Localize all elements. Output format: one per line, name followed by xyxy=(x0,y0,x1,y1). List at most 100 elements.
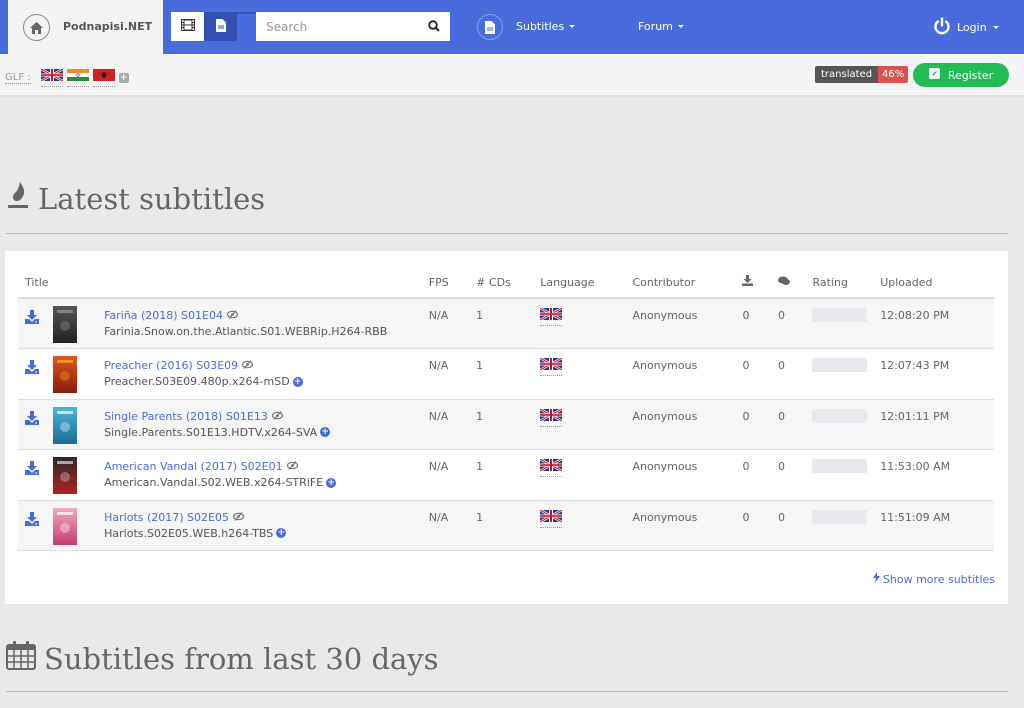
divider xyxy=(6,233,1008,234)
poster-thumbnail[interactable] xyxy=(52,457,77,494)
eye-slash-icon xyxy=(226,309,239,322)
more-releases-icon[interactable]: + xyxy=(326,477,337,488)
comments-count: 0 xyxy=(777,409,785,423)
poster-cell xyxy=(52,500,105,551)
login-menu[interactable]: Login xyxy=(933,17,999,38)
translated-badge[interactable]: translated 46% xyxy=(815,66,909,83)
fps-value: N/A xyxy=(428,359,449,372)
col-fps[interactable]: FPS xyxy=(428,267,477,299)
forum-menu-label: Forum xyxy=(638,20,673,33)
subtitle-title-link[interactable]: Preacher (2016) S03E09 xyxy=(104,359,238,372)
rating-cell xyxy=(812,500,881,551)
download-icon xyxy=(742,275,754,289)
download-cell xyxy=(18,298,53,349)
login-label: Login xyxy=(957,21,987,34)
glf-languages: GLF : + xyxy=(5,67,129,87)
poster-thumbnail[interactable] xyxy=(52,306,77,343)
language-flag[interactable] xyxy=(539,407,563,427)
title-cell: American Vandal (2017) S02E01 American.V… xyxy=(104,449,429,501)
brand[interactable]: Podnapisi.NET xyxy=(8,0,163,54)
language-flag[interactable] xyxy=(539,356,563,376)
language-cell xyxy=(539,298,633,349)
show-more-link[interactable]: Show more subtitles xyxy=(872,572,995,586)
contributor-cell: Anonymous xyxy=(632,449,743,501)
subtitle-title-link[interactable]: Harlots (2017) S02E05 xyxy=(104,511,229,524)
poster-cell xyxy=(52,348,105,400)
download-cell xyxy=(18,348,53,400)
poster-cell xyxy=(52,298,105,349)
cds-cell: 1 xyxy=(476,348,541,400)
contributor-value[interactable]: Anonymous xyxy=(632,299,742,322)
subtitle-title-link[interactable]: American Vandal (2017) S02E01 xyxy=(104,460,283,473)
language-flag[interactable] xyxy=(539,306,563,326)
uploaded-cell: 11:51:09 AM xyxy=(880,500,994,551)
language-cell xyxy=(539,449,633,501)
download-icon xyxy=(25,310,39,324)
subtitle-title-link[interactable]: Fariña (2018) S01E04 xyxy=(104,309,223,322)
poster-thumbnail[interactable] xyxy=(52,406,77,444)
glf-flag-hindi[interactable] xyxy=(66,69,89,87)
glf-flag-english[interactable] xyxy=(40,67,64,87)
col-downloads[interactable] xyxy=(742,267,778,299)
more-releases-icon[interactable]: + xyxy=(276,528,287,538)
register-button[interactable]: Register xyxy=(913,63,1009,87)
subtitle-title-link[interactable]: Single Parents (2018) S01E13 xyxy=(104,410,268,423)
poster-thumbnail[interactable] xyxy=(52,507,77,545)
col-contributor[interactable]: Contributor xyxy=(632,267,743,299)
download-subtitle-button[interactable] xyxy=(24,501,53,530)
comments-cell: 0 xyxy=(777,399,813,450)
contributor-value[interactable]: Anonymous xyxy=(632,501,742,524)
poster-thumbnail[interactable] xyxy=(52,356,77,393)
subtitles-menu[interactable]: Subtitles xyxy=(516,20,576,33)
col-rating[interactable]: Rating xyxy=(812,267,881,299)
contributor-value[interactable]: Anonymous xyxy=(632,400,742,423)
subtitle-type-button[interactable] xyxy=(204,12,237,41)
col-comments[interactable] xyxy=(777,267,813,299)
download-subtitle-button[interactable] xyxy=(24,349,53,378)
fps-cell: N/A xyxy=(428,449,477,501)
movie-type-button[interactable] xyxy=(171,12,204,41)
comments-count: 0 xyxy=(777,510,785,524)
col-uploaded[interactable]: Uploaded xyxy=(880,267,994,299)
comments-cell: 0 xyxy=(777,298,813,349)
add-language-icon[interactable]: + xyxy=(118,73,129,83)
cds-value: 1 xyxy=(476,309,484,322)
forum-menu[interactable]: Forum xyxy=(638,20,684,33)
table-row: Fariña (2018) S01E04 Farinia.Snow.on.the… xyxy=(18,298,994,349)
col-title[interactable]: Title xyxy=(18,267,429,299)
poster-cell xyxy=(52,449,105,501)
glf-flag-albanian[interactable] xyxy=(92,69,115,87)
table-row: American Vandal (2017) S02E01 American.V… xyxy=(18,449,994,501)
uploaded-time: 12:01:11 PM xyxy=(880,409,950,423)
language-flag[interactable] xyxy=(539,508,563,528)
translated-percent: 46% xyxy=(878,66,909,83)
search-icon[interactable] xyxy=(428,20,440,35)
contributor-value[interactable]: Anonymous xyxy=(632,349,742,372)
home-icon[interactable] xyxy=(23,14,50,41)
contributor-value[interactable]: Anonymous xyxy=(632,450,742,473)
brand-name[interactable]: Podnapisi.NET xyxy=(63,20,152,33)
calendar-icon xyxy=(6,640,36,677)
comments-icon xyxy=(777,276,790,289)
col-language[interactable]: Language xyxy=(540,267,633,299)
translated-label: translated xyxy=(815,66,879,83)
download-subtitle-button[interactable] xyxy=(24,400,53,429)
fps-value: N/A xyxy=(428,460,449,473)
cds-value: 1 xyxy=(476,510,484,524)
subtitles-nav-icon[interactable] xyxy=(477,14,503,40)
caret-down-icon xyxy=(569,25,576,28)
search-input[interactable] xyxy=(256,12,416,41)
fps-cell: N/A xyxy=(428,399,477,450)
download-subtitle-button[interactable] xyxy=(24,450,53,479)
language-flag[interactable] xyxy=(539,457,563,477)
col-cds[interactable]: # CDs xyxy=(476,267,541,299)
download-icon xyxy=(25,410,39,425)
more-releases-icon[interactable]: + xyxy=(320,427,331,437)
download-subtitle-button[interactable] xyxy=(24,299,53,328)
more-releases-icon[interactable]: + xyxy=(292,376,303,387)
fire-icon xyxy=(6,180,30,217)
uploaded-time: 12:07:43 PM xyxy=(880,359,950,372)
cds-cell: 1 xyxy=(476,500,541,551)
cds-value: 1 xyxy=(476,409,484,423)
cds-cell: 1 xyxy=(476,298,541,349)
